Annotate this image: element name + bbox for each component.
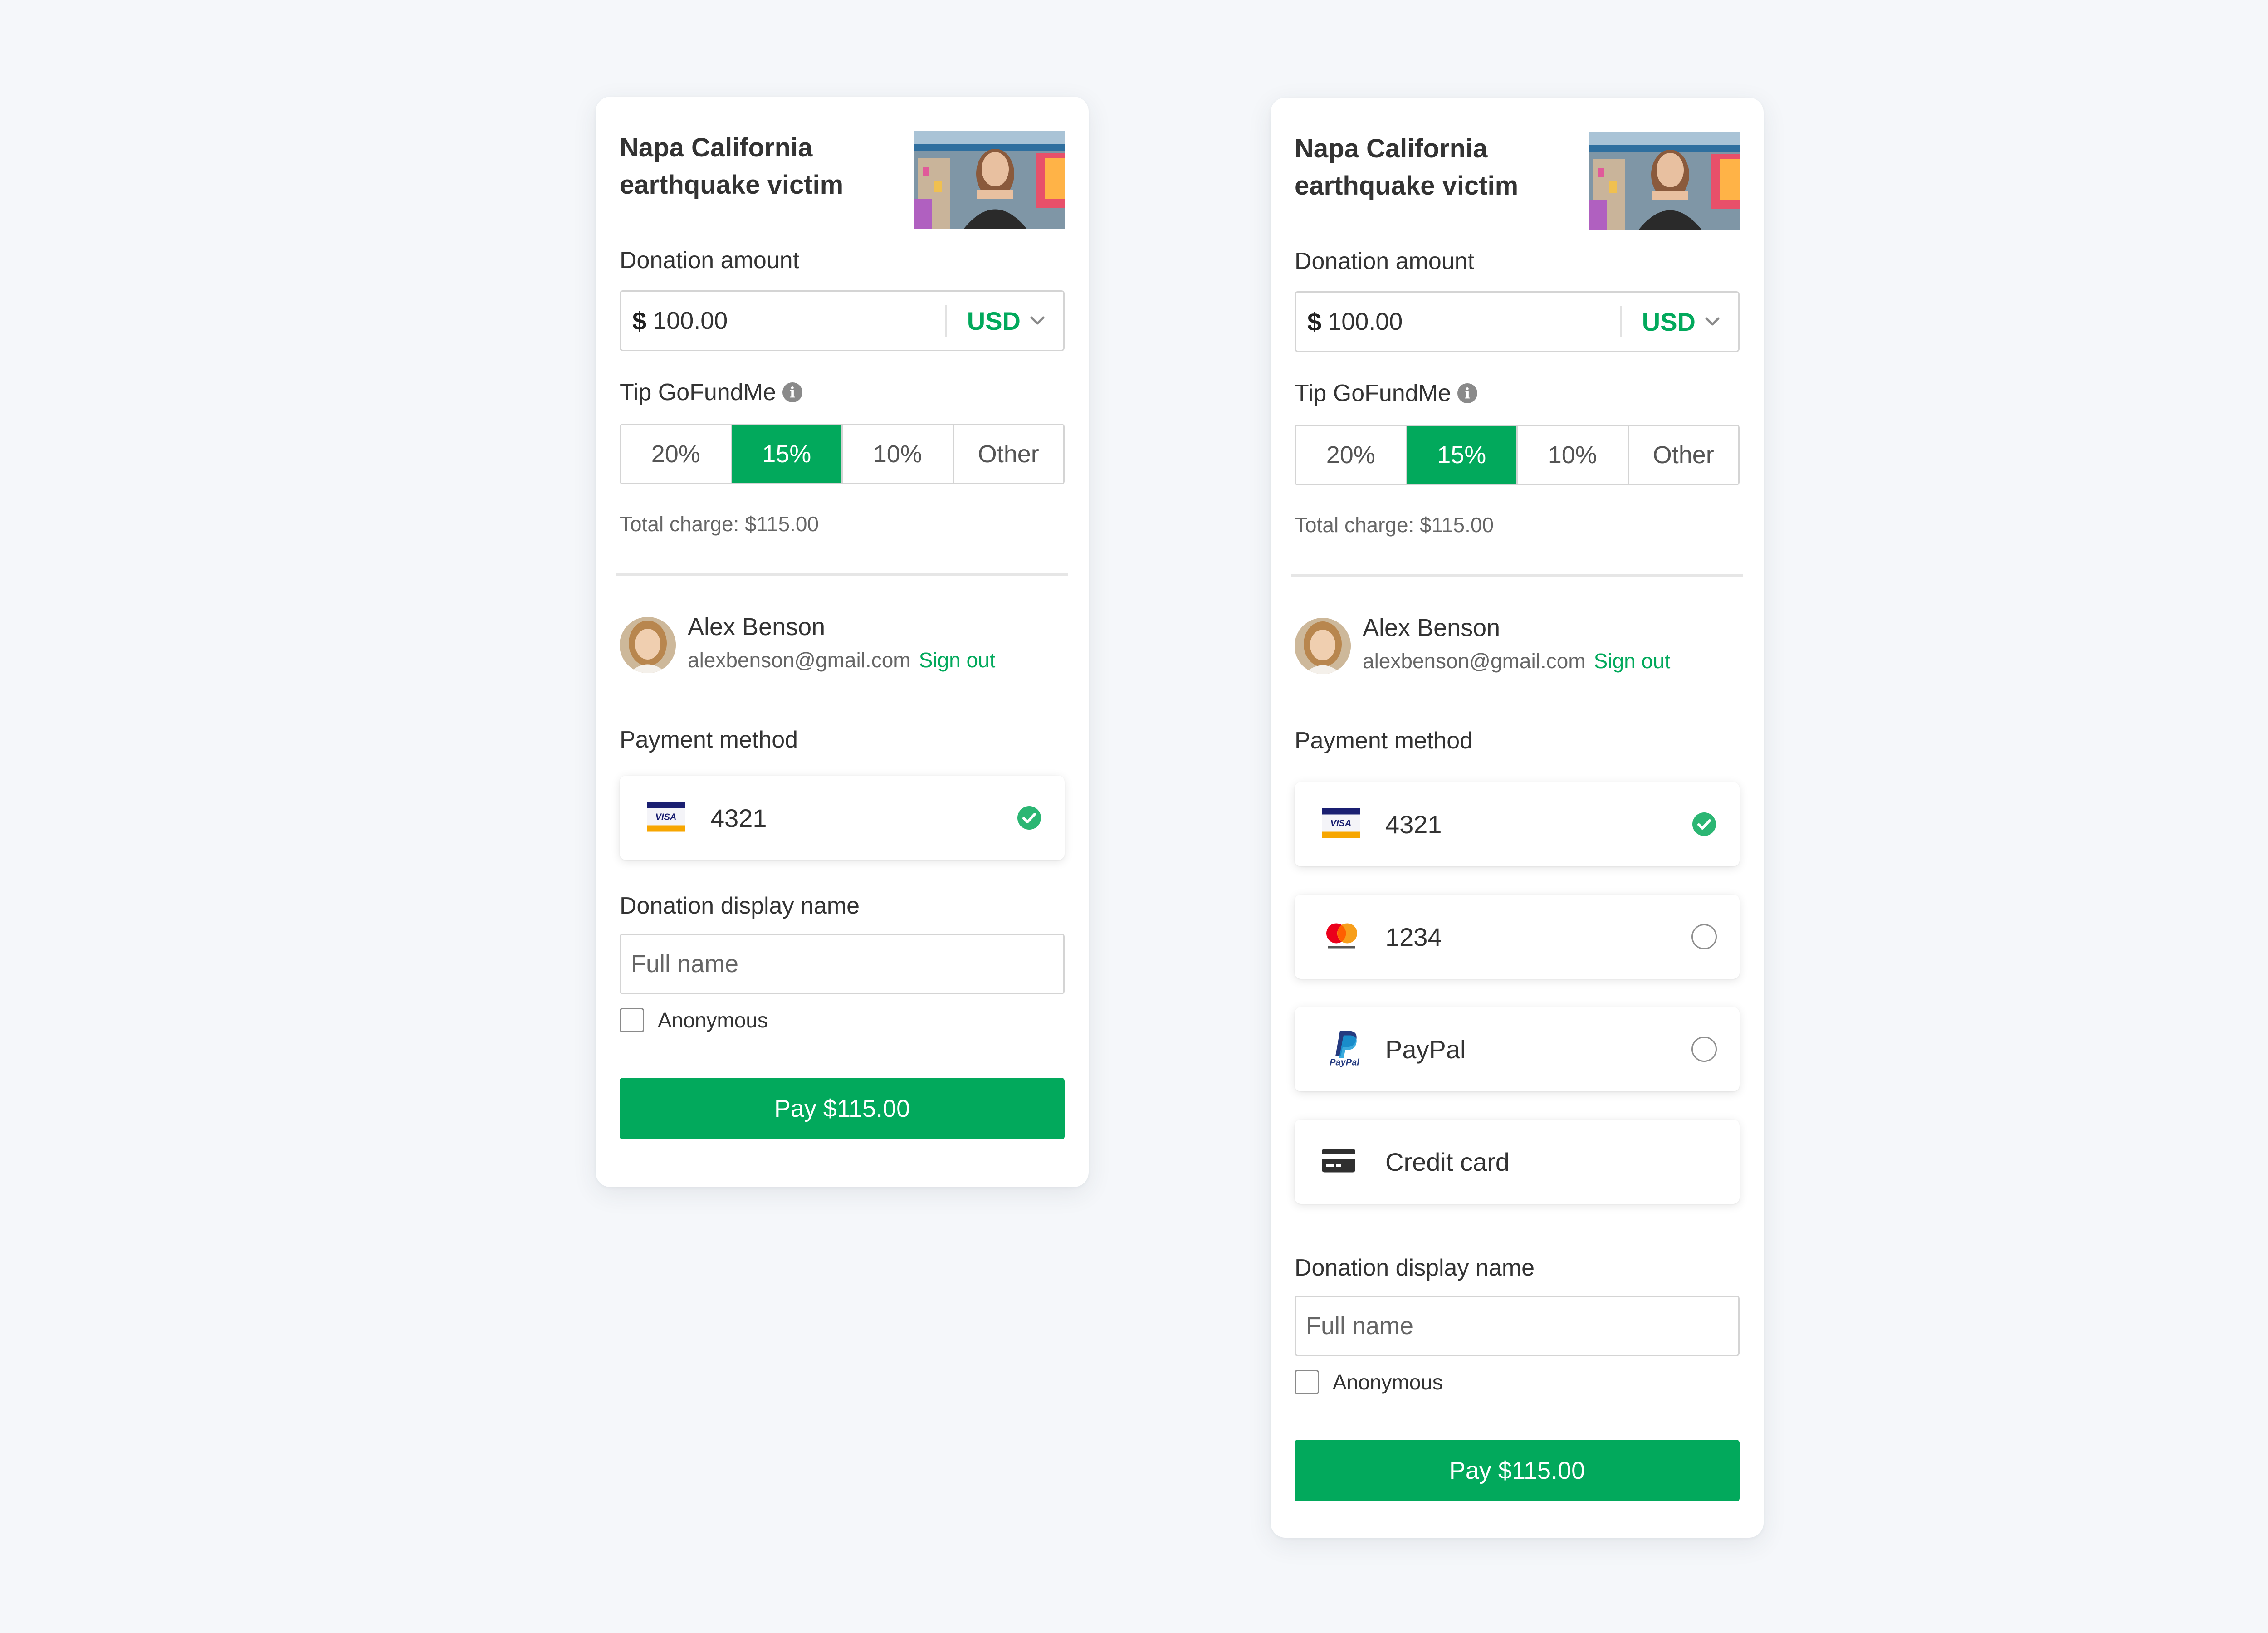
- donation-amount-field[interactable]: $ 100.00 USD: [1295, 291, 1740, 352]
- anonymous-label: Anonymous: [1333, 1370, 1443, 1394]
- radio-button[interactable]: [1691, 1037, 1717, 1062]
- donation-amount-label: Donation amount: [1295, 248, 1475, 274]
- sign-out-link[interactable]: Sign out: [919, 648, 996, 672]
- section-divider: [1291, 574, 1743, 577]
- currency-symbol: $: [632, 306, 647, 335]
- tip-option-15[interactable]: 15%: [732, 425, 843, 483]
- currency-value: USD: [1642, 307, 1696, 336]
- payment-option-paypal[interactable]: PayPal PayPal: [1295, 1007, 1740, 1091]
- tip-selector: 20% 15% 10% Other: [620, 424, 1065, 484]
- payment-option-label: 1234: [1385, 922, 1442, 951]
- tip-label-row: Tip GoFundMe i: [1295, 379, 1740, 407]
- mastercard-icon: [1322, 921, 1362, 953]
- visa-card-icon: VISA: [647, 802, 685, 834]
- payment-option-label: Credit card: [1385, 1147, 1510, 1176]
- currency-value: USD: [967, 306, 1021, 335]
- chevron-down-icon: [1030, 316, 1045, 325]
- anonymous-label: Anonymous: [658, 1008, 768, 1032]
- section-divider: [616, 573, 1068, 576]
- payment-option-credit-card[interactable]: Credit card: [1295, 1120, 1740, 1204]
- currency-symbol: $: [1307, 307, 1322, 336]
- payment-method-label: Payment method: [1295, 728, 1473, 754]
- payment-method-label: Payment method: [620, 727, 798, 753]
- anonymous-row: Anonymous: [620, 1008, 1065, 1032]
- avatar: [620, 617, 676, 673]
- campaign-photo: [914, 131, 1065, 229]
- display-name-label: Donation display name: [620, 893, 860, 919]
- tip-label: Tip GoFundMe: [1295, 380, 1451, 406]
- total-charge: Total charge: $115.00: [1295, 513, 1494, 537]
- tip-option-15[interactable]: 15%: [1407, 426, 1518, 484]
- radio-circle-icon: [1691, 1037, 1717, 1062]
- check-circle-icon[interactable]: [1017, 805, 1042, 831]
- payment-method-list: VISA 4321: [620, 776, 1065, 860]
- payment-option-visa[interactable]: VISA 4321: [1295, 782, 1740, 866]
- payment-option-label: 4321: [710, 803, 767, 832]
- pay-button[interactable]: Pay $115.00: [1295, 1440, 1740, 1501]
- tip-label: Tip GoFundMe: [620, 379, 776, 406]
- tip-option-20[interactable]: 20%: [1296, 426, 1407, 484]
- payment-option-visa[interactable]: VISA 4321: [620, 776, 1065, 860]
- tip-option-other[interactable]: Other: [1628, 426, 1738, 484]
- campaign-title: Napa California earthquake victim: [1295, 134, 1519, 200]
- total-charge: Total charge: $115.00: [620, 512, 819, 536]
- tip-option-20[interactable]: 20%: [621, 425, 732, 483]
- credit-card-icon: [1322, 1149, 1355, 1175]
- user-email-row: alexbenson@gmail.com Sign out: [1363, 649, 1670, 673]
- paypal-icon: PayPal: [1322, 1029, 1367, 1070]
- tip-option-other[interactable]: Other: [953, 425, 1063, 483]
- payment-option-label: 4321: [1385, 810, 1442, 839]
- donation-card-expanded: Napa California earthquake victim Donati…: [1271, 98, 1764, 1538]
- radio-circle-icon: [1691, 924, 1717, 949]
- donation-amount-label: Donation amount: [620, 247, 800, 274]
- payment-method-list: VISA 4321 1234 PayPal PayPal Credit card: [1295, 782, 1740, 1204]
- anonymous-checkbox[interactable]: [620, 1008, 644, 1032]
- full-name-input[interactable]: [620, 934, 1065, 994]
- user-block: Alex Benson alexbenson@gmail.com Sign out: [620, 612, 1065, 673]
- visa-card-icon: VISA: [1322, 808, 1360, 841]
- tip-label-row: Tip GoFundMe i: [620, 378, 1065, 406]
- donation-amount-input[interactable]: 100.00: [653, 307, 945, 335]
- display-name-label: Donation display name: [1295, 1255, 1535, 1281]
- user-name: Alex Benson: [688, 613, 826, 640]
- payment-option-mastercard[interactable]: 1234: [1295, 895, 1740, 979]
- radio-button[interactable]: [1691, 924, 1717, 949]
- anonymous-row: Anonymous: [1295, 1370, 1740, 1394]
- svg-text:PayPal: PayPal: [1330, 1058, 1359, 1067]
- user-email-row: alexbenson@gmail.com Sign out: [688, 648, 995, 672]
- info-icon[interactable]: i: [782, 382, 802, 402]
- avatar: [1295, 618, 1351, 674]
- tip-selector: 20% 15% 10% Other: [1295, 425, 1740, 485]
- user-email: alexbenson@gmail.com: [1363, 649, 1586, 673]
- campaign-header: Napa California earthquake victim: [1295, 98, 1740, 247]
- tip-option-10[interactable]: 10%: [843, 425, 954, 483]
- sign-out-link[interactable]: Sign out: [1594, 649, 1671, 673]
- donation-amount-field[interactable]: $ 100.00 USD: [620, 290, 1065, 351]
- payment-option-label: PayPal: [1385, 1035, 1466, 1064]
- donation-card-collapsed: Napa California earthquake victim Donati…: [596, 97, 1089, 1187]
- campaign-header: Napa California earthquake victim: [620, 97, 1065, 246]
- donation-amount-input[interactable]: 100.00: [1328, 308, 1620, 336]
- full-name-input[interactable]: [1295, 1296, 1740, 1356]
- user-email: alexbenson@gmail.com: [688, 648, 911, 672]
- currency-select[interactable]: USD: [947, 292, 1063, 350]
- svg-text:VISA: VISA: [1330, 819, 1352, 829]
- user-name: Alex Benson: [1363, 614, 1501, 641]
- campaign-title: Napa California earthquake victim: [620, 133, 844, 200]
- chevron-down-icon: [1705, 317, 1720, 326]
- pay-button[interactable]: Pay $115.00: [620, 1078, 1065, 1139]
- svg-text:VISA: VISA: [655, 812, 677, 822]
- currency-select[interactable]: USD: [1622, 293, 1738, 351]
- tip-option-10[interactable]: 10%: [1518, 426, 1629, 484]
- check-circle-icon[interactable]: [1691, 812, 1717, 837]
- anonymous-checkbox[interactable]: [1295, 1370, 1319, 1394]
- user-block: Alex Benson alexbenson@gmail.com Sign out: [1295, 613, 1740, 674]
- campaign-photo: [1589, 132, 1740, 230]
- info-icon[interactable]: i: [1457, 383, 1477, 403]
